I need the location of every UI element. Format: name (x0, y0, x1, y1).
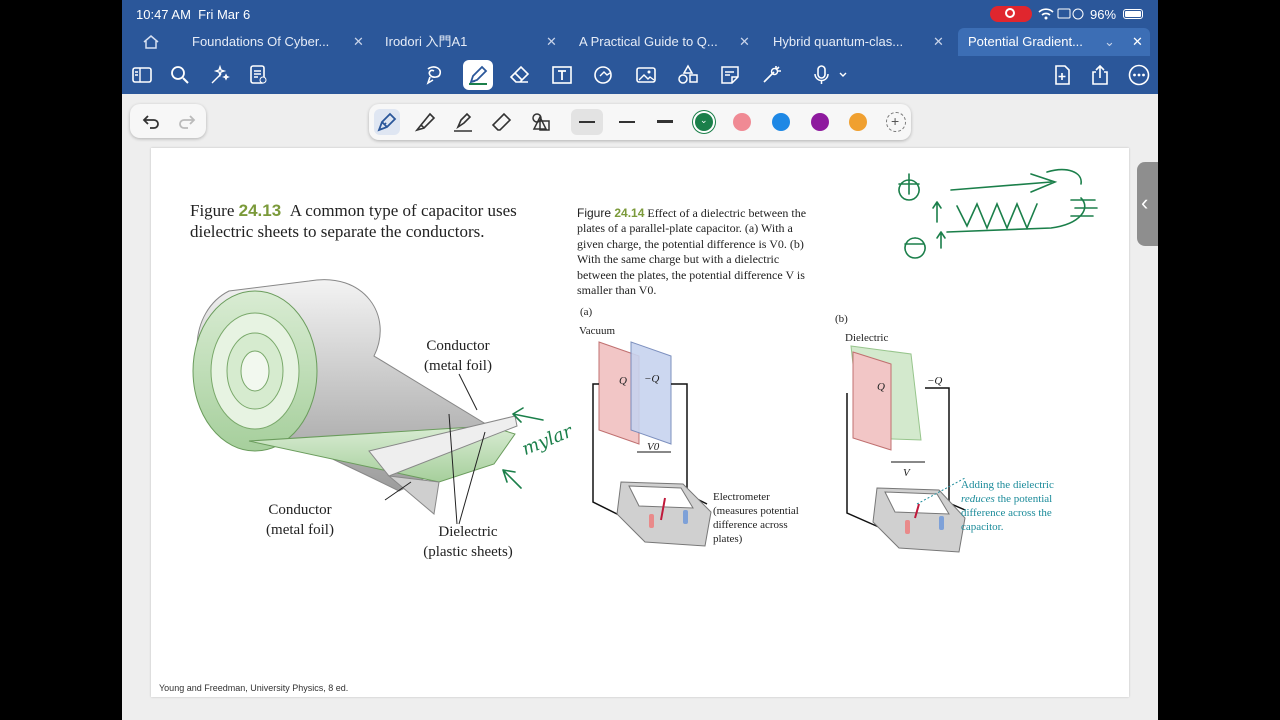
pen-icon[interactable] (463, 60, 493, 90)
share-icon[interactable] (1088, 63, 1112, 87)
highlighter-icon[interactable] (412, 109, 438, 135)
image-icon[interactable] (634, 63, 658, 87)
undo-icon[interactable] (140, 110, 162, 137)
stroke-thin-button[interactable] (571, 109, 603, 135)
stroke-medium-button[interactable] (611, 109, 643, 135)
document-canvas[interactable]: ⌄ + Figure 24.13 A common type of capaci… (122, 94, 1158, 720)
elements-icon[interactable] (676, 63, 700, 87)
chevron-left-icon: ‹ (1141, 190, 1149, 215)
shapes-icon[interactable] (592, 63, 616, 87)
pencil-icon[interactable] (450, 109, 476, 135)
handwritten-annotations (502, 168, 1098, 489)
tab-bar: Foundations Of Cyber... ✕ Irodori 入門A1 ✕… (122, 28, 1158, 56)
tab-potential-gradient[interactable]: Potential Gradient... ⌄ ✕ (958, 28, 1150, 56)
tab-irodori[interactable]: Irodori 入門A1 ✕ (375, 28, 563, 56)
document-list-icon[interactable] (246, 63, 270, 87)
main-toolbar (122, 56, 1158, 94)
tab-practical-guide[interactable]: A Practical Guide to Q... ✕ (569, 28, 757, 56)
laser-pointer-icon[interactable] (760, 63, 784, 87)
color-swatch-green[interactable]: ⌄ (695, 113, 713, 131)
close-icon[interactable]: ✕ (1132, 28, 1143, 56)
sidebar-icon[interactable] (130, 63, 154, 87)
tab-foundations[interactable]: Foundations Of Cyber... ✕ (182, 28, 370, 56)
clock: 10:47 AM Fri Mar 6 (136, 7, 251, 22)
eraser-icon[interactable] (508, 63, 532, 87)
battery-level: 96% (1090, 7, 1117, 22)
text-box-icon[interactable] (550, 63, 574, 87)
undo-redo-group (130, 104, 206, 138)
pdf-page[interactable]: Figure 24.13 A common type of capacitor … (151, 148, 1129, 697)
close-icon[interactable]: ✕ (546, 28, 557, 56)
add-color-icon[interactable]: + (886, 112, 906, 132)
app-window: 10:47 AM Fri Mar 6 96% Foundations Of Cy… (122, 0, 1158, 720)
color-swatch-pink[interactable] (733, 113, 751, 131)
eraser-tool-icon[interactable] (489, 109, 515, 135)
side-panel-toggle[interactable]: ‹ (1137, 162, 1158, 246)
more-icon[interactable] (1127, 63, 1151, 87)
sticky-note-icon[interactable] (718, 63, 742, 87)
home-icon[interactable] (142, 33, 162, 51)
search-icon[interactable] (168, 63, 192, 87)
page-footer: Young and Freedman, University Physics, … (159, 683, 349, 693)
tab-hybrid-quantum[interactable]: Hybrid quantum-clas... ✕ (763, 28, 951, 56)
battery-icon (1123, 9, 1143, 19)
close-icon[interactable]: ✕ (933, 28, 944, 56)
close-icon[interactable]: ✕ (353, 28, 364, 56)
lasso-icon[interactable] (422, 63, 446, 87)
sparkle-icon[interactable] (208, 63, 232, 87)
pen-toolbar: ⌄ + (369, 104, 911, 140)
status-bar: 10:47 AM Fri Mar 6 96% (122, 0, 1158, 28)
close-icon[interactable]: ✕ (739, 28, 750, 56)
fountain-pen-icon[interactable] (374, 109, 400, 135)
color-swatch-purple[interactable] (811, 113, 829, 131)
screen-recording-icon[interactable] (990, 6, 1032, 22)
color-swatch-blue[interactable] (772, 113, 790, 131)
stroke-thick-button[interactable] (649, 109, 681, 135)
add-page-icon[interactable] (1050, 63, 1074, 87)
redo-icon[interactable] (176, 110, 198, 137)
wifi-icon (1038, 7, 1084, 24)
microphone-icon[interactable] (812, 63, 852, 87)
chevron-down-icon[interactable]: ⌄ (1104, 28, 1115, 56)
shape-tool-icon[interactable] (528, 109, 554, 135)
color-swatch-orange[interactable] (849, 113, 867, 131)
